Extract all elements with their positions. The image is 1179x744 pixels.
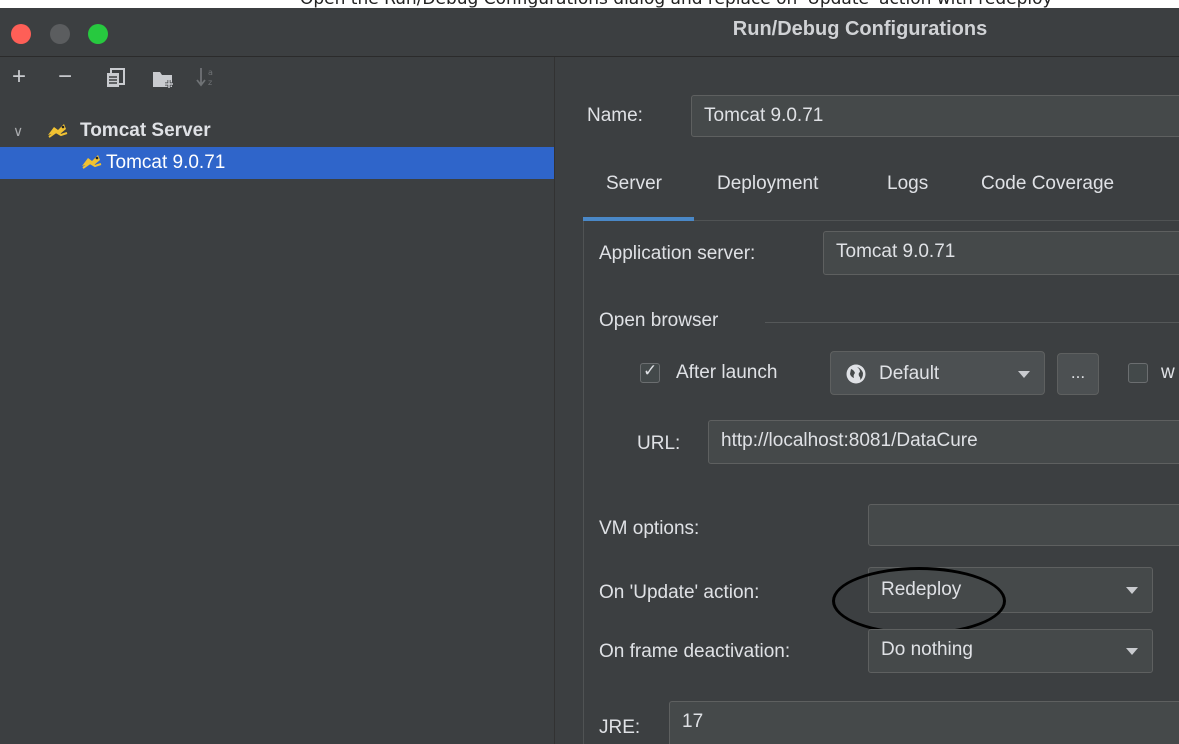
browser-select-value: Default xyxy=(879,363,940,384)
close-window-button[interactable] xyxy=(11,24,31,44)
zoom-window-button[interactable] xyxy=(88,24,108,44)
tree-item-tomcat-9[interactable]: Tomcat 9.0.71 xyxy=(0,147,554,179)
run-debug-dialog: Run/Debug Configurations + − az ∨ Tomcat… xyxy=(0,8,1179,744)
sidebar-toolbar: + − az xyxy=(0,57,554,97)
chevron-down-icon xyxy=(1126,587,1138,594)
chevron-down-icon[interactable]: ∨ xyxy=(13,115,23,147)
update-action-label: On 'Update' action: xyxy=(599,582,760,603)
application-server-select[interactable]: Tomcat 9.0.71 xyxy=(823,231,1179,275)
vm-options-input[interactable] xyxy=(868,504,1179,546)
highlight-annotation xyxy=(832,567,1006,635)
window-title: Run/Debug Configurations xyxy=(732,18,988,40)
with-javascript-debugger-checkbox[interactable] xyxy=(1128,363,1148,383)
svg-text:a: a xyxy=(208,68,213,77)
name-input[interactable]: Tomcat 9.0.71 xyxy=(691,95,1179,137)
name-label: Name: xyxy=(587,105,643,126)
title-bar: Run/Debug Configurations xyxy=(0,8,1179,57)
minimize-window-button[interactable] xyxy=(50,24,70,44)
globe-icon xyxy=(845,363,867,390)
application-server-label: Application server: xyxy=(599,243,756,264)
new-folder-icon[interactable] xyxy=(152,68,176,96)
open-browser-separator xyxy=(765,322,1179,323)
tree-item-label: Tomcat 9.0.71 xyxy=(106,152,226,173)
after-launch-checkbox[interactable] xyxy=(640,361,660,383)
jre-select[interactable]: 17 xyxy=(669,701,1179,744)
tab-logs[interactable]: Logs xyxy=(887,173,928,195)
frame-deactivation-label: On frame deactivation: xyxy=(599,641,791,662)
tree-group-tomcat-server[interactable]: ∨ Tomcat Server xyxy=(0,115,554,147)
tab-deployment[interactable]: Deployment xyxy=(717,173,818,195)
chevron-down-icon xyxy=(1126,648,1138,655)
url-input[interactable]: http://localhost:8081/DataCure xyxy=(708,420,1179,464)
tab-server[interactable]: Server xyxy=(606,173,662,195)
frame-deactivation-select[interactable]: Do nothing xyxy=(868,629,1153,673)
configurations-sidebar: + − az ∨ Tomcat Server Tomcat 9.0.71 xyxy=(0,57,555,744)
copy-config-icon[interactable] xyxy=(106,67,126,95)
url-label: URL: xyxy=(637,433,681,454)
add-config-icon[interactable]: + xyxy=(12,63,26,91)
vm-options-label: VM options: xyxy=(599,518,700,539)
tomcat-icon xyxy=(80,151,102,183)
frame-deactivation-value: Do nothing xyxy=(881,639,973,660)
browse-button[interactable]: ... xyxy=(1057,353,1099,395)
remove-config-icon[interactable]: − xyxy=(58,63,72,91)
open-browser-label: Open browser xyxy=(599,310,719,331)
sort-alphabetically-icon[interactable]: az xyxy=(196,66,218,96)
svg-text:z: z xyxy=(208,78,212,87)
browser-select[interactable]: Default xyxy=(830,351,1045,395)
jre-label: JRE: xyxy=(599,717,641,738)
tree-group-label: Tomcat Server xyxy=(80,120,211,141)
chevron-down-icon xyxy=(1018,371,1030,378)
with-javascript-debugger-label: w xyxy=(1161,362,1175,383)
configuration-panel: Name: Tomcat 9.0.71 Server Deployment Lo… xyxy=(555,57,1179,744)
tab-code-coverage[interactable]: Code Coverage xyxy=(981,173,1114,195)
after-launch-label: After launch xyxy=(676,362,778,383)
